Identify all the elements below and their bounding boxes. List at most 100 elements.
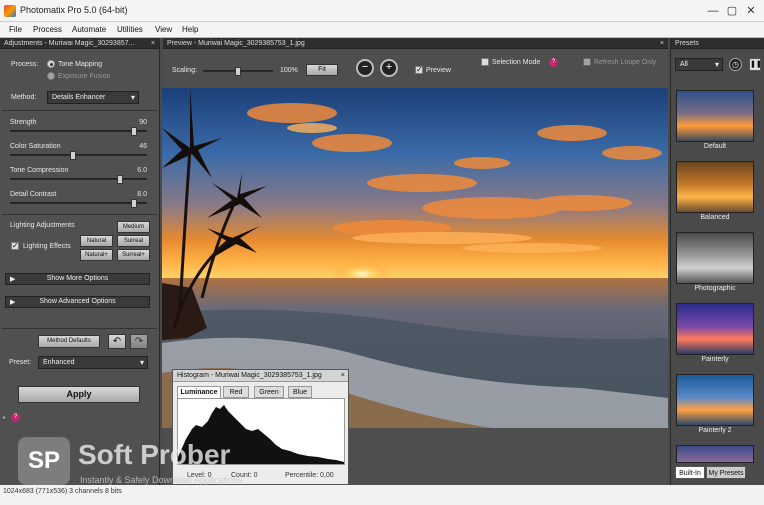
close-icon[interactable]: × [151,38,155,49]
histogram-title: Histogram - Muriwai Magic_3029385753_1.j… [177,372,322,379]
menu-process[interactable]: Process [33,25,62,34]
zoom-out-icon[interactable]: − [356,59,374,77]
selection-mode-label: Selection Mode [492,59,541,66]
scaling-slider[interactable] [203,67,273,76]
tab-red[interactable]: Red [223,386,249,398]
strength-slider[interactable] [10,127,147,136]
menu-view[interactable]: View [155,25,172,34]
tone-mapping-label: Tone Mapping [58,61,102,68]
lighting-natural-button[interactable]: Natural [80,235,113,247]
preset-name-balanced: Balanced [700,214,730,221]
preview-checkbox[interactable] [415,65,423,74]
method-dropdown[interactable]: Details Enhancer [47,91,139,104]
preset-thumbnail-balanced[interactable] [676,161,754,213]
adjustments-panel: Adjustments - Muriwai Magic_30293857... … [0,38,160,485]
watermark: SP Soft Prober Instantly & Safely Downlo… [18,435,278,490]
lighting-natural-plus-button[interactable]: Natural+ [80,249,113,261]
app-icon [4,5,16,17]
histogram-title-bar[interactable]: Histogram - Muriwai Magic_3029385753_1.j… [173,370,348,382]
detail-contrast-slider-thumb[interactable] [131,199,137,208]
menu-help[interactable]: Help [182,25,198,34]
scaling-slider-thumb[interactable] [235,67,241,76]
strength-label: Strength [10,119,37,126]
tone-compression-slider[interactable] [10,175,147,184]
fit-button[interactable]: Fit [306,64,338,76]
strength-slider-thumb[interactable] [131,127,137,136]
undo-button[interactable]: ↶ [108,334,126,349]
lighting-effects-checkbox[interactable] [11,241,19,250]
menu-utilities[interactable]: Utilities [117,25,143,34]
show-more-options-bar[interactable]: ▶ Show More Options [5,273,150,285]
tone-mapping-radio[interactable] [47,60,55,68]
close-button[interactable]: ✕ [743,3,759,19]
help-icon[interactable]: ? [549,58,558,67]
tab-my-presets[interactable]: My Presets [706,466,746,479]
status-text: 1024x683 (771x536) 3 channels 8 bits [3,488,122,495]
adjustments-title: Adjustments - Muriwai Magic_30293857... [4,40,135,47]
selection-mode-checkbox[interactable] [481,58,489,66]
strength-value: 90 [139,119,147,126]
clock-icon[interactable]: ◷ [729,58,742,71]
method-defaults-button[interactable]: Method Defaults [38,335,100,348]
detail-contrast-label: Detail Contrast [10,191,57,198]
preset-name-default: Default [703,143,727,150]
redo-button[interactable]: ↷ [130,334,148,349]
menu-bar: File Process Automate Utilities View Hel… [0,22,764,38]
refresh-loupe-label: Refresh Loupe Only [594,59,657,66]
refresh-loupe-checkbox[interactable] [583,58,591,66]
close-icon[interactable]: × [341,370,345,382]
color-saturation-slider-thumb[interactable] [70,151,76,160]
preview-title: Preview - Muriwai Magic_3029385753_1.jpg [167,40,305,47]
detail-contrast-slider[interactable] [10,199,147,208]
pause-icon[interactable]: ❚❚ [749,58,762,71]
preset-dropdown[interactable]: Enhanced [38,356,148,369]
color-saturation-label: Color Saturation [10,143,61,150]
tone-compression-slider-thumb[interactable] [117,175,123,184]
preset-thumbnail-more[interactable] [676,445,754,463]
preset-name-photographic: Photographic [694,285,736,292]
expand-icon: ▶ [10,276,16,283]
undo-icon: ↶ [112,336,122,347]
tab-blue[interactable]: Blue [288,386,312,398]
collapse-icon[interactable]: ▸ [3,414,6,421]
maximize-button[interactable]: ▢ [724,3,740,19]
scaling-label: Scaling: [172,67,197,74]
lighting-medium-button[interactable]: Medium [117,221,150,233]
preset-name-painterly-2: Painterly 2 [698,427,732,434]
preset-label: Preset: [9,359,32,366]
presets-title: Presets [675,40,699,47]
color-saturation-slider[interactable] [10,151,147,160]
histogram-percentile: Percentile: 0,00 [285,472,334,479]
title-bar: Photomatix Pro 5.0 (64-bit) — ▢ ✕ [0,0,764,22]
exposure-fusion-radio[interactable] [47,72,55,80]
watermark-name: Soft Prober [78,439,231,470]
app-window: Photomatix Pro 5.0 (64-bit) — ▢ ✕ File P… [0,0,764,505]
redo-icon: ↷ [134,336,144,347]
lighting-surreal-plus-button[interactable]: Surreal+ [117,249,150,261]
lighting-surreal-button[interactable]: Surreal [117,235,150,247]
show-advanced-options-bar[interactable]: ▶ Show Advanced Options [5,296,150,308]
close-icon[interactable]: × [660,38,664,49]
help-icon[interactable]: ? [11,413,20,422]
detail-contrast-value: 8.0 [137,191,147,198]
color-saturation-value: 46 [139,143,147,150]
status-bar: 1024x683 (771x536) 3 channels 8 bits [0,485,764,505]
zoom-in-icon[interactable]: + [380,59,398,77]
menu-file[interactable]: File [9,25,22,34]
tab-green[interactable]: Green [254,386,284,398]
menu-automate[interactable]: Automate [72,25,106,34]
apply-button[interactable]: Apply [18,386,140,403]
show-advanced-options-label: Show Advanced Options [39,298,116,305]
watermark-tagline: Instantly & Safely Download Applications [80,475,243,485]
preset-thumbnail-painterly[interactable] [676,303,754,355]
minimize-button[interactable]: — [705,3,721,19]
tone-compression-label: Tone Compression [10,167,69,174]
preset-thumbnail-photographic[interactable] [676,232,754,284]
presets-filter-dropdown[interactable]: All [675,58,723,71]
preset-thumbnail-painterly-2[interactable] [676,374,754,426]
preset-name-painterly: Painterly [701,356,729,363]
preview-header: Preview - Muriwai Magic_3029385753_1.jpg… [163,38,668,49]
tab-built-in[interactable]: Built-In [675,466,705,479]
preset-thumbnail-default[interactable] [676,90,754,142]
tab-luminance[interactable]: Luminance [177,386,221,398]
